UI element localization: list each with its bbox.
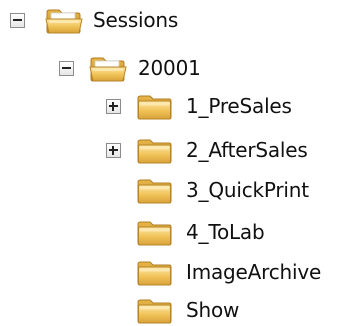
folder-icon bbox=[135, 174, 175, 206]
collapse-toggle-icon[interactable] bbox=[59, 61, 74, 76]
tree-node-tolab[interactable]: 4_ToLab bbox=[0, 216, 346, 248]
expand-toggle-icon[interactable] bbox=[106, 99, 121, 114]
tree-node-label: 4_ToLab bbox=[186, 220, 265, 244]
folder-icon bbox=[135, 294, 175, 326]
tree-node-label: ImageArchive bbox=[186, 260, 322, 284]
tree-node-quickprint[interactable]: 3_QuickPrint bbox=[0, 174, 346, 206]
folder-open-icon bbox=[88, 52, 128, 84]
folder-icon bbox=[135, 256, 175, 288]
tree-node-label: 20001 bbox=[138, 56, 201, 80]
tree-node-20001[interactable]: 20001 bbox=[0, 52, 220, 84]
folder-open-icon bbox=[44, 4, 84, 36]
folder-icon bbox=[135, 216, 175, 248]
tree-node-aftersales[interactable]: 2_AfterSales bbox=[0, 134, 346, 166]
tree-node-label: 1_PreSales bbox=[186, 94, 292, 118]
folder-tree: Sessions 20001 1_PreSales 2_AfterSales 3… bbox=[0, 0, 348, 326]
tree-node-presales[interactable]: 1_PreSales bbox=[0, 90, 340, 122]
expand-toggle-icon[interactable] bbox=[106, 143, 121, 158]
tree-node-label: 3_QuickPrint bbox=[186, 178, 309, 202]
tree-node-label: 2_AfterSales bbox=[186, 138, 308, 162]
folder-icon bbox=[135, 134, 175, 166]
tree-node-imagearchive[interactable]: ImageArchive bbox=[0, 256, 346, 288]
collapse-toggle-icon[interactable] bbox=[10, 13, 25, 28]
tree-node-sessions[interactable]: Sessions bbox=[0, 4, 200, 36]
tree-node-show[interactable]: Show bbox=[0, 294, 300, 326]
folder-icon bbox=[135, 90, 175, 122]
tree-node-label: Show bbox=[186, 298, 240, 322]
tree-node-label: Sessions bbox=[93, 8, 179, 32]
